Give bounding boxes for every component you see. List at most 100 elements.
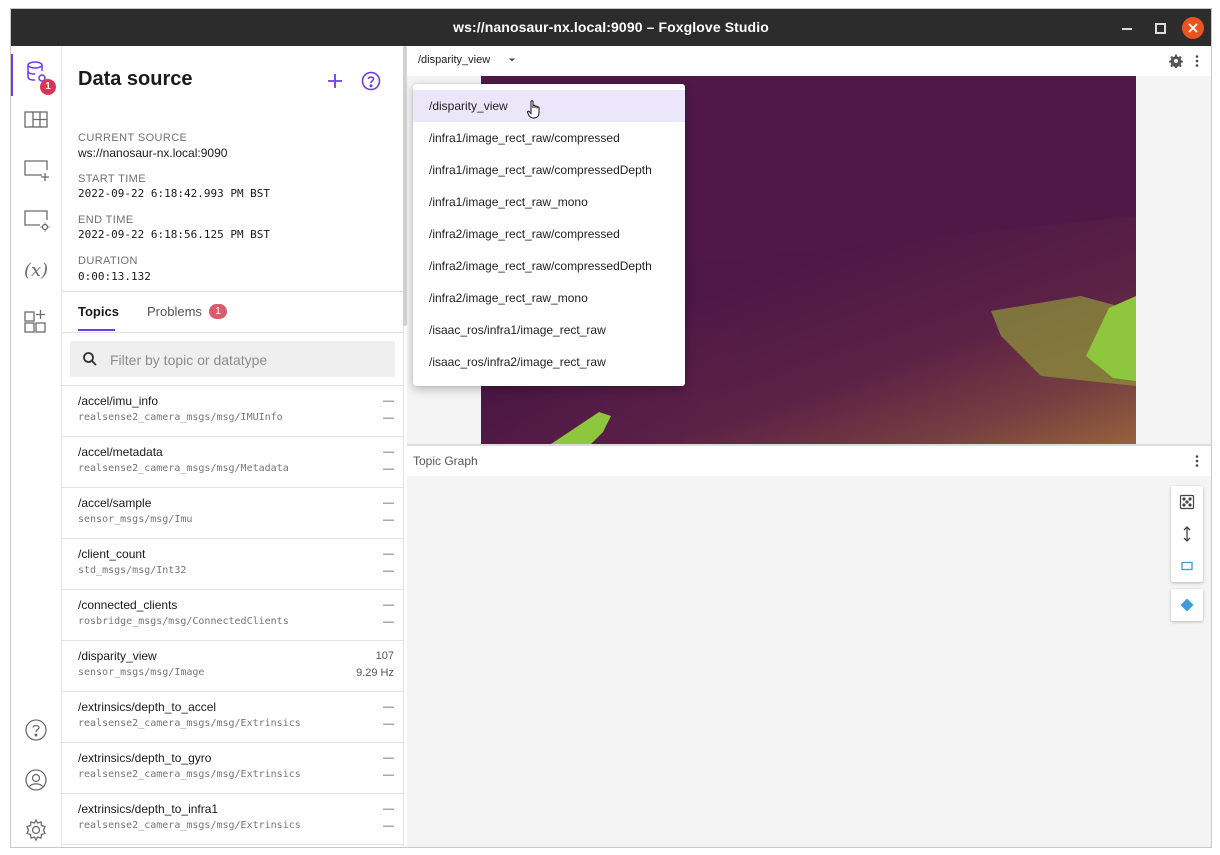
fit-graph-button[interactable] bbox=[1171, 486, 1203, 518]
svg-text:(x): (x) bbox=[24, 260, 48, 281]
topic-graph-toolbar: Topic Graph bbox=[407, 446, 1211, 476]
dropdown-item[interactable]: /infra2/image_rect_raw/compressedDepth bbox=[413, 250, 685, 282]
dropdown-item-label: /isaac_ros/infra1/image_rect_raw bbox=[429, 323, 606, 337]
dropdown-item[interactable]: /infra2/image_rect_raw_mono bbox=[413, 282, 685, 314]
dropdown-item-label: /infra1/image_rect_raw/compressed bbox=[429, 131, 620, 145]
maximize-button[interactable] bbox=[1149, 17, 1171, 39]
topic-row[interactable]: /extrinsics/depth_to_accel realsense2_cam… bbox=[62, 692, 403, 743]
rectangle-icon bbox=[1181, 561, 1193, 571]
topic-name: /accel/sample bbox=[78, 496, 152, 510]
plus-icon bbox=[328, 74, 342, 88]
topic-datatype: realsense2_camera_msgs/msg/IMUInfo bbox=[78, 412, 283, 423]
end-time-value: 2022-09-22 6:18:56.125 PM BST bbox=[78, 228, 271, 241]
topic-row[interactable]: /extrinsics/depth_to_gyro realsense2_came… bbox=[62, 743, 403, 794]
topic-row[interactable]: /connected_clients rosbridge_msgs/msg/Con… bbox=[62, 590, 403, 641]
layout-grid-icon bbox=[24, 111, 48, 128]
topic-message-count: — bbox=[383, 548, 394, 560]
dropdown-item-label: /infra1/image_rect_raw/compressedDepth bbox=[429, 163, 652, 177]
image-topic-select[interactable]: /disparity_view bbox=[418, 54, 490, 66]
topic-frequency: — bbox=[383, 412, 394, 424]
title-bar: ws://nanosaur-nx.local:9090 – Foxglove S… bbox=[11, 9, 1211, 46]
topic-filter-input[interactable] bbox=[108, 349, 382, 371]
topic-row[interactable]: /client_count std_msgs/msg/Int32 — — bbox=[62, 539, 403, 590]
variables-icon: (x) bbox=[24, 260, 48, 281]
topic-row[interactable]: /accel/sample sensor_msgs/msg/Imu — — bbox=[62, 488, 403, 539]
window-title: ws://nanosaur-nx.local:9090 – Foxglove S… bbox=[453, 19, 769, 35]
more-vertical-icon[interactable] bbox=[1190, 454, 1204, 468]
topic-message-count: — bbox=[383, 803, 394, 815]
nav-help-button[interactable] bbox=[11, 708, 61, 752]
topic-frequency: — bbox=[383, 514, 394, 526]
topic-row[interactable]: /accel/metadata realsense2_camera_msgs/ms… bbox=[62, 437, 403, 488]
close-icon bbox=[1188, 23, 1198, 33]
add-panel-icon bbox=[24, 160, 49, 181]
dropdown-item[interactable]: /isaac_ros/infra1/image_rect_raw bbox=[413, 314, 685, 346]
topic-row[interactable]: /disparity_view sensor_msgs/msg/Image 107 9… bbox=[62, 641, 403, 692]
current-source-value: ws://nanosaur-nx.local:9090 bbox=[78, 146, 228, 160]
topic-message-count: — bbox=[383, 446, 394, 458]
dropdown-item[interactable]: /infra2/image_rect_raw/compressed bbox=[413, 218, 685, 250]
topic-row[interactable]: /extrinsics/depth_to_infra1 realsense2_ca… bbox=[62, 794, 403, 845]
dropdown-item[interactable]: /isaac_ros/infra2/image_rect_raw bbox=[413, 346, 685, 378]
help-icon bbox=[25, 719, 47, 741]
account-icon bbox=[25, 769, 47, 791]
vertical-arrows-icon bbox=[1183, 526, 1191, 542]
duration-value: 0:00:13.132 bbox=[78, 270, 151, 283]
data-source-sidebar: Data source CURRENT SOURCE ws://nanosaur… bbox=[62, 46, 404, 847]
graph-services-control bbox=[1171, 589, 1203, 621]
topic-name: /extrinsics/depth_to_accel bbox=[78, 700, 217, 714]
nav-add-panel-button[interactable] bbox=[11, 148, 61, 192]
dropdown-item-label: /infra2/image_rect_raw/compressedDepth bbox=[429, 259, 652, 273]
nav-preferences-button[interactable] bbox=[11, 808, 61, 847]
active-tab-indicator bbox=[78, 329, 115, 331]
topic-datatype: rosbridge_msgs/msg/ConnectedClients bbox=[78, 616, 289, 627]
data-source-help-button[interactable] bbox=[358, 68, 384, 94]
topic-frequency: 9.29 Hz bbox=[356, 667, 394, 679]
topic-frequency: — bbox=[383, 463, 394, 475]
dropdown-item[interactable]: /disparity_view bbox=[413, 90, 685, 122]
fit-view-icon bbox=[1179, 494, 1195, 510]
add-data-source-button[interactable] bbox=[322, 68, 348, 94]
nav-layouts-button[interactable] bbox=[11, 98, 61, 142]
nav-data-source-button[interactable]: 1 bbox=[11, 50, 61, 96]
topic-datatype: realsense2_camera_msgs/msg/Extrinsics bbox=[78, 718, 301, 729]
dropdown-item[interactable]: /infra1/image_rect_raw/compressed bbox=[413, 122, 685, 154]
topic-dropdown-menu: /disparity_view/infra1/image_rect_raw/co… bbox=[413, 84, 685, 386]
minimize-button[interactable] bbox=[1116, 17, 1138, 39]
end-time-label: END TIME bbox=[78, 214, 134, 226]
topic-graph-title: Topic Graph bbox=[413, 454, 478, 468]
dropdown-item[interactable]: /infra1/image_rect_raw_mono bbox=[413, 186, 685, 218]
image-panel-toolbar: /disparity_view bbox=[407, 46, 1211, 76]
hand-cursor-icon bbox=[527, 100, 540, 119]
topic-message-count: — bbox=[383, 701, 394, 713]
close-button[interactable] bbox=[1182, 17, 1204, 39]
orientation-toggle-button[interactable] bbox=[1171, 518, 1203, 550]
nav-account-button[interactable] bbox=[11, 758, 61, 802]
tab-topics[interactable]: Topics bbox=[78, 304, 119, 319]
nav-variables-button[interactable]: (x) bbox=[11, 248, 61, 292]
topic-row[interactable]: /accel/imu_info realsense2_camera_msgs/ms… bbox=[62, 385, 403, 437]
more-vertical-icon[interactable] bbox=[1190, 54, 1204, 68]
topic-datatype: realsense2_camera_msgs/msg/Extrinsics bbox=[78, 769, 301, 780]
topic-name: /connected_clients bbox=[78, 598, 178, 612]
dropdown-item-label: /isaac_ros/infra2/image_rect_raw bbox=[429, 355, 606, 369]
chevron-down-icon[interactable] bbox=[507, 55, 517, 65]
topic-datatype: std_msgs/msg/Int32 bbox=[78, 565, 187, 576]
topic-message-count: 107 bbox=[375, 650, 394, 662]
current-source-label: CURRENT SOURCE bbox=[78, 132, 188, 144]
topic-filter bbox=[70, 341, 395, 377]
diamond-icon bbox=[1180, 598, 1194, 612]
app-window: ws://nanosaur-nx.local:9090 – Foxglove S… bbox=[10, 8, 1212, 848]
gear-icon[interactable] bbox=[1169, 54, 1183, 68]
topic-name: /extrinsics/depth_to_gyro bbox=[78, 751, 212, 765]
topic-frequency: — bbox=[383, 718, 394, 730]
gear-icon bbox=[26, 818, 46, 842]
dropdown-item[interactable]: /infra1/image_rect_raw/compressedDepth bbox=[413, 154, 685, 186]
show-topics-toggle-button[interactable] bbox=[1171, 550, 1203, 582]
show-services-toggle-button[interactable] bbox=[1171, 589, 1203, 621]
topic-name: /extrinsics/depth_to_infra1 bbox=[78, 802, 219, 816]
nav-extensions-button[interactable] bbox=[11, 298, 61, 342]
tab-problems[interactable]: Problems bbox=[147, 304, 202, 319]
nav-panel-settings-button[interactable] bbox=[11, 198, 61, 242]
nav-datasource-badge: 1 bbox=[40, 79, 56, 95]
